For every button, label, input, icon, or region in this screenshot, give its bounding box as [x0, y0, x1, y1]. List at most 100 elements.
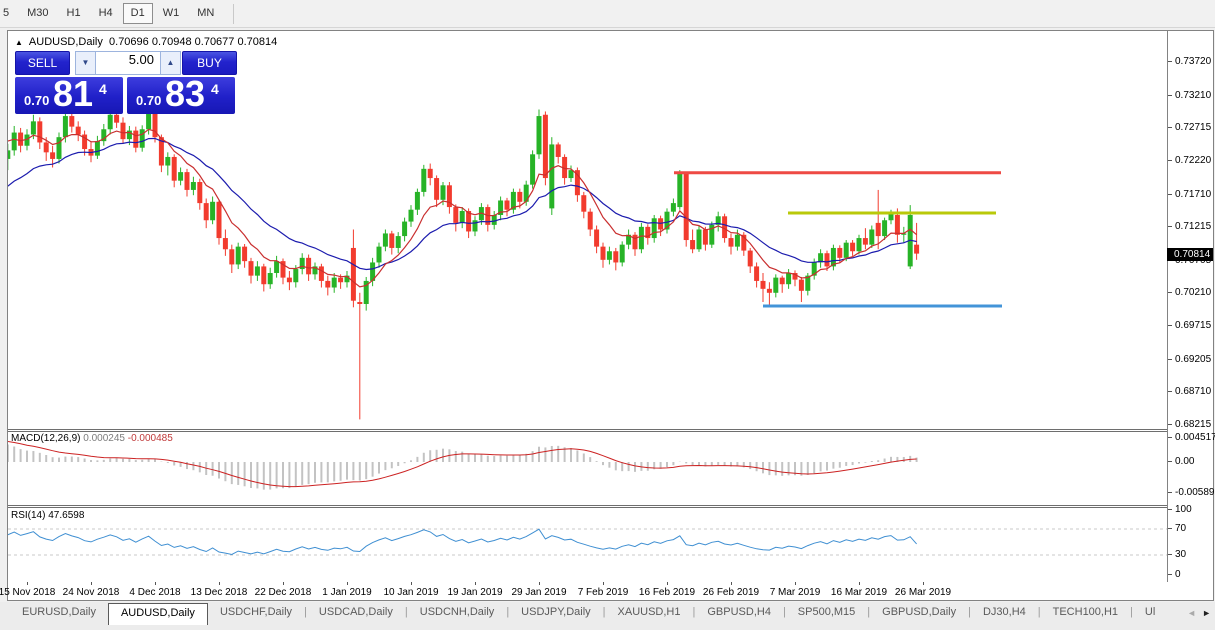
- chart-tab-dj30-h4[interactable]: DJ30,H4: [971, 603, 1038, 622]
- bull-candle: [395, 236, 401, 248]
- date-axis-tick: [859, 582, 860, 585]
- chart-tab-sp500-m15[interactable]: SP500,M15: [786, 603, 867, 622]
- timeframe-button-h4[interactable]: H4: [91, 3, 121, 24]
- bear-candle: [779, 277, 785, 285]
- chart-tab-xauusd-h1[interactable]: XAUUSD,H1: [606, 603, 693, 622]
- macd-rsi-separator[interactable]: [8, 505, 1167, 508]
- date-axis-label: 22 Dec 2018: [254, 587, 312, 598]
- buy-button[interactable]: BUY: [182, 51, 237, 75]
- date-axis-tick: [347, 582, 348, 585]
- tab-scroll-arrows: ◄ ►: [1187, 608, 1211, 618]
- bull-candle: [472, 220, 478, 232]
- date-axis-label: 29 Jan 2019: [511, 587, 567, 598]
- sell-quote-button[interactable]: 0.70 81 4: [15, 73, 123, 114]
- timeframe-button-h1[interactable]: H1: [59, 3, 89, 24]
- chart-tab-audusd-daily[interactable]: AUDUSD,Daily: [107, 603, 208, 625]
- main-macd-separator[interactable]: [8, 429, 1167, 432]
- chart-tab-gbpusd-daily[interactable]: GBPUSD,Daily: [870, 603, 968, 622]
- bull-candle: [619, 244, 625, 263]
- bull-candle: [568, 170, 574, 179]
- sell-button[interactable]: SELL: [15, 51, 70, 75]
- date-axis-label: 16 Feb 2019: [638, 587, 696, 598]
- date-axis-tick: [155, 582, 156, 585]
- bear-candle: [229, 249, 235, 265]
- bear-candle: [914, 244, 920, 254]
- timeframe-button-m30[interactable]: M30: [19, 3, 56, 24]
- bear-candle: [824, 253, 830, 267]
- buy-price-main: 83: [165, 73, 206, 114]
- tab-scroll-right-icon[interactable]: ►: [1202, 608, 1211, 618]
- macd-indicator-label: MACD(12,26,9) 0.000245 -0.000485: [11, 433, 173, 444]
- bull-candle: [414, 191, 420, 210]
- lot-size-input[interactable]: 5.00: [96, 51, 160, 75]
- date-axis-tick: [283, 582, 284, 585]
- timeframe-button-5[interactable]: 5: [0, 3, 17, 24]
- bull-candle: [882, 220, 888, 237]
- date-axis-tick: [27, 582, 28, 585]
- chart-tab-eurusd-daily[interactable]: EURUSD,Daily: [10, 603, 108, 622]
- bear-candle: [862, 238, 868, 245]
- bull-candle: [421, 168, 427, 192]
- chart-tab-usdcad-daily[interactable]: USDCAD,Daily: [307, 603, 405, 622]
- bull-candle: [382, 233, 388, 247]
- bull-candle: [235, 246, 241, 265]
- bull-candle: [549, 144, 555, 209]
- bear-candle: [350, 247, 356, 301]
- chart-tab-usdcnh-daily[interactable]: USDCNH,Daily: [408, 603, 507, 622]
- bull-candle: [491, 214, 497, 225]
- bull-candle: [638, 226, 644, 250]
- chart-tab-usdchf-daily[interactable]: USDCHF,Daily: [208, 603, 304, 622]
- chart-tab-ul[interactable]: Ul: [1133, 603, 1167, 622]
- sell-price-main: 81: [53, 73, 94, 114]
- ohlc-values: 0.70696 0.70948 0.70677 0.70814: [109, 36, 278, 48]
- date-axis-tick: [795, 582, 796, 585]
- bear-candle: [798, 279, 804, 291]
- bull-candle: [856, 238, 862, 252]
- bear-candle: [171, 156, 177, 181]
- bull-candle: [869, 229, 875, 245]
- date-axis-tick: [91, 582, 92, 585]
- timeframe-button-w1[interactable]: W1: [155, 3, 188, 24]
- chart-tab-gbpusd-h4[interactable]: GBPUSD,H4: [695, 603, 783, 622]
- date-axis-tick: [219, 582, 220, 585]
- bull-candle: [696, 229, 702, 250]
- timeframe-button-mn[interactable]: MN: [189, 3, 222, 24]
- bear-candle: [837, 247, 843, 258]
- bear-candle: [850, 242, 856, 252]
- timeframe-button-d1[interactable]: D1: [122, 3, 153, 24]
- date-axis-label: 13 Dec 2018: [190, 587, 248, 598]
- timeframe-toolbar: 5 M30 H1 H4 D1 W1 MN: [0, 0, 1215, 28]
- date-axis-label: 16 Mar 2019: [830, 587, 888, 598]
- bear-candle: [555, 144, 561, 157]
- collapse-panel-icon[interactable]: ▲: [15, 38, 23, 47]
- bear-candle: [894, 214, 900, 235]
- bear-candle: [875, 222, 881, 237]
- bull-candle: [843, 242, 849, 258]
- date-axis-label: 7 Mar 2019: [769, 587, 821, 598]
- chart-tab-usdjpy-daily[interactable]: USDJPY,Daily: [509, 603, 603, 622]
- bear-candle: [702, 229, 708, 245]
- bear-candle: [389, 233, 395, 248]
- chart-tab-tech100-h1[interactable]: TECH100,H1: [1041, 603, 1130, 622]
- bear-candle: [242, 246, 248, 262]
- bear-candle: [286, 277, 292, 283]
- bear-candle: [587, 211, 593, 230]
- one-click-trade-panel: SELL ▼ 5.00 ▲ BUY 0.70 81 4 0.70 83 4: [11, 49, 240, 144]
- date-axis-label: 26 Mar 2019: [894, 587, 952, 598]
- tab-scroll-left-icon[interactable]: ◄: [1187, 608, 1196, 618]
- bear-candle: [632, 234, 638, 250]
- price-axis: 0.73720 0.73210 0.72715 0.72220 0.71710 0.712…: [1167, 31, 1215, 582]
- lot-decrease-button[interactable]: ▼: [75, 51, 96, 75]
- bear-candle: [581, 195, 587, 212]
- bull-candle: [190, 182, 196, 190]
- bear-candle: [184, 172, 190, 190]
- bear-candle: [453, 207, 459, 223]
- bear-candle: [728, 238, 734, 247]
- bear-candle: [434, 178, 440, 200]
- lot-increase-button[interactable]: ▲: [160, 51, 181, 75]
- bear-candle: [594, 229, 600, 247]
- bull-candle: [267, 273, 273, 285]
- bear-candle: [760, 280, 766, 289]
- buy-quote-button[interactable]: 0.70 83 4: [127, 73, 235, 114]
- bull-candle: [254, 266, 260, 276]
